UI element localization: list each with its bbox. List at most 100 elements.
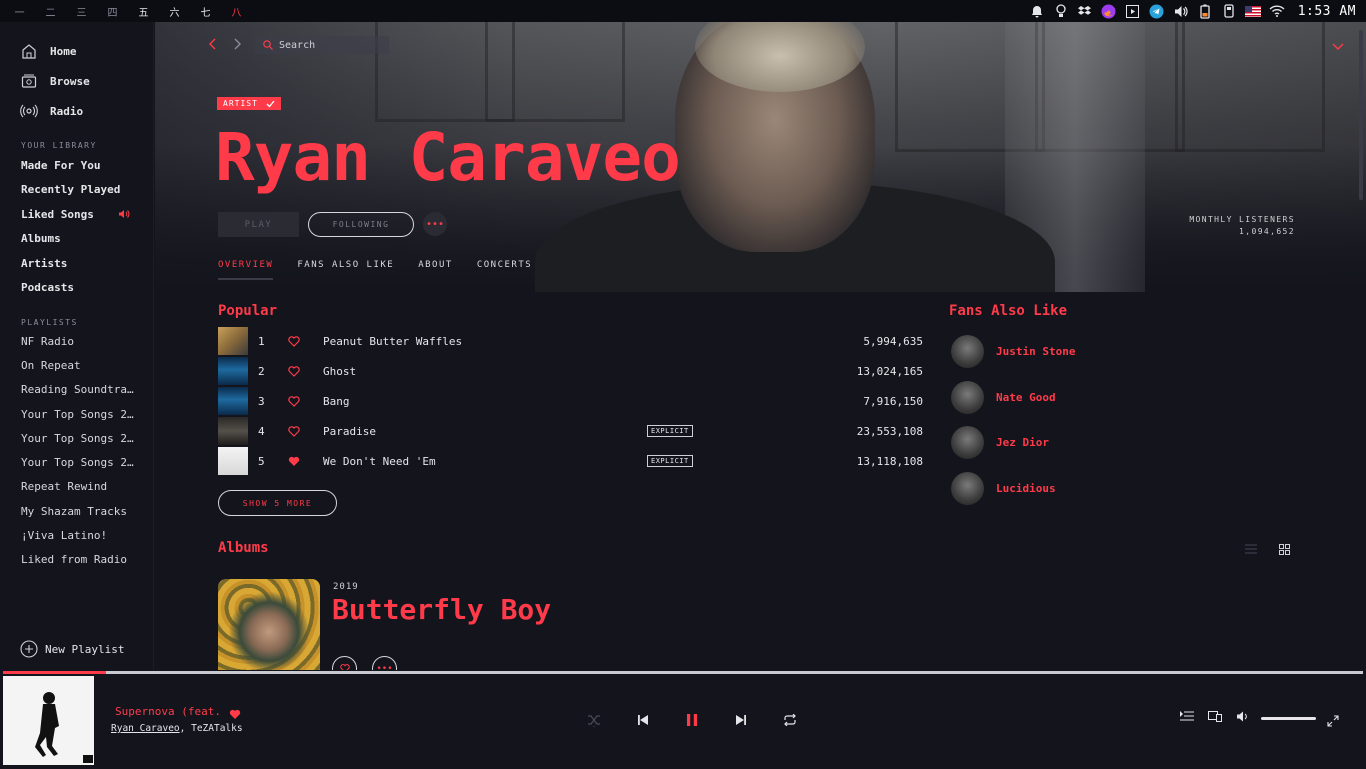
- track-row[interactable]: 2 Ghost 13,024,165: [218, 356, 928, 386]
- new-playlist-button[interactable]: New Playlist: [20, 640, 124, 658]
- nav-browse[interactable]: Browse: [20, 66, 90, 96]
- track-row[interactable]: 1 Peanut Butter Waffles 5,994,635: [218, 326, 928, 356]
- playlist-item[interactable]: My Shazam Tracks: [21, 499, 134, 523]
- volume-icon[interactable]: [1172, 3, 1190, 19]
- battery-icon[interactable]: [1196, 3, 1214, 19]
- track-row[interactable]: 3 Bang 7,916,150: [218, 386, 928, 416]
- track-number: 1: [258, 334, 265, 348]
- dropbox-icon[interactable]: [1076, 3, 1094, 19]
- heart-outline-icon: [288, 335, 300, 347]
- tab-about[interactable]: ABOUT: [418, 260, 453, 280]
- library-item-made-for-you[interactable]: Made For You: [21, 153, 130, 178]
- track-play-count: 5,994,635: [863, 334, 923, 348]
- workspace-3[interactable]: 三: [66, 4, 97, 19]
- playlist-item[interactable]: Repeat Rewind: [21, 475, 134, 499]
- more-options-button[interactable]: •••: [423, 212, 447, 236]
- library-item-albums[interactable]: Albums: [21, 227, 130, 252]
- volume-slider[interactable]: [1261, 717, 1316, 720]
- workspace-6[interactable]: 六: [159, 4, 190, 19]
- track-like-button[interactable]: [288, 456, 323, 467]
- now-playing-title[interactable]: Supernova (feat.: [115, 705, 221, 718]
- track-like-button[interactable]: [288, 365, 323, 377]
- history-nav: [208, 38, 242, 50]
- nav-home[interactable]: Home: [20, 36, 90, 66]
- forward-arrow-icon[interactable]: [232, 38, 242, 50]
- playlist-item[interactable]: ¡Viva Latino!: [21, 523, 134, 547]
- related-artist[interactable]: Justin Stone: [951, 329, 1075, 375]
- track-like-button[interactable]: [288, 425, 323, 437]
- track-like-button[interactable]: [288, 395, 323, 407]
- workspace-1[interactable]: 一: [4, 4, 35, 19]
- album-more-button[interactable]: •••: [372, 656, 397, 670]
- album-title[interactable]: Butterfly Boy: [332, 593, 551, 626]
- playlists-heading: PLAYLISTS: [21, 318, 78, 327]
- tab-fans-also-like[interactable]: FANS ALSO LIKE: [297, 260, 394, 280]
- track-like-button[interactable]: [288, 335, 323, 347]
- grid-view-icon[interactable]: [1279, 544, 1290, 555]
- media-icon[interactable]: [1124, 3, 1142, 19]
- main-content: Search ARTIST Ryan Caraveo PLAY FOLLOWIN…: [155, 22, 1366, 670]
- library-item-liked-songs[interactable]: Liked Songs: [21, 202, 130, 227]
- show-more-button[interactable]: SHOW 5 MORE: [218, 490, 337, 516]
- track-title: Paradise: [323, 424, 376, 438]
- track-title: Ghost: [323, 364, 357, 378]
- workspace-5[interactable]: 五: [128, 4, 159, 19]
- bulb-icon[interactable]: [1052, 3, 1070, 19]
- shuffle-button[interactable]: [583, 709, 605, 731]
- next-button[interactable]: [730, 709, 752, 731]
- playlist-item[interactable]: Your Top Songs 2…: [21, 402, 134, 426]
- pause-button[interactable]: [681, 709, 703, 731]
- related-artist-avatar: [951, 335, 984, 369]
- library-item-podcasts[interactable]: Podcasts: [21, 276, 130, 301]
- back-arrow-icon[interactable]: [208, 38, 218, 50]
- playlist-item[interactable]: Your Top Songs 2…: [21, 426, 134, 450]
- playlist-item[interactable]: Liked from Radio: [21, 548, 134, 572]
- playlist-item[interactable]: Reading Soundtra…: [21, 378, 134, 402]
- view-toggle: [1245, 544, 1290, 555]
- now-playing-cover[interactable]: [3, 676, 94, 765]
- heart-outline-icon: [288, 425, 300, 437]
- related-artist[interactable]: Jez Dior: [951, 420, 1075, 466]
- related-artist[interactable]: Nate Good: [951, 375, 1075, 421]
- track-row[interactable]: 5 We Don't Need 'Em EXPLICIT 13,118,108: [218, 446, 928, 476]
- tab-concerts[interactable]: CONCERTS: [477, 260, 532, 280]
- telegram-icon[interactable]: [1148, 3, 1166, 19]
- album-like-button[interactable]: [332, 656, 357, 670]
- track-row[interactable]: 4 Paradise EXPLICIT 23,553,108: [218, 416, 928, 446]
- monthly-listeners-label: MONTHLY LISTENERS: [1189, 215, 1295, 224]
- library-item-recently-played[interactable]: Recently Played: [21, 178, 130, 203]
- search-input[interactable]: Search: [255, 36, 389, 54]
- related-artist[interactable]: Lucidious: [951, 466, 1075, 512]
- playlist-item[interactable]: Your Top Songs 2…: [21, 450, 134, 474]
- devices-icon[interactable]: [1208, 711, 1222, 722]
- firefox-icon[interactable]: [1100, 3, 1118, 19]
- tab-overview[interactable]: OVERVIEW: [218, 260, 274, 280]
- flag-us-icon[interactable]: [1244, 3, 1262, 19]
- now-playing-artist-link[interactable]: Ryan Caraveo: [111, 723, 180, 734]
- repeat-button[interactable]: [779, 709, 801, 731]
- expand-icon: [1327, 715, 1339, 727]
- queue-icon[interactable]: [1180, 711, 1194, 722]
- album-cover[interactable]: [218, 579, 320, 670]
- play-button[interactable]: PLAY: [218, 212, 299, 237]
- phone-icon[interactable]: [1220, 3, 1238, 19]
- nav-radio[interactable]: Radio: [20, 96, 90, 126]
- now-playing-feat-artist[interactable]: TeZATalks: [191, 723, 242, 734]
- playlist-item[interactable]: NF Radio: [21, 329, 134, 353]
- fullscreen-button[interactable]: [1327, 712, 1339, 731]
- previous-button[interactable]: [632, 709, 654, 731]
- workspace-4[interactable]: 四: [97, 4, 128, 19]
- following-button[interactable]: FOLLOWING: [308, 212, 414, 237]
- chevron-down-icon[interactable]: [1332, 36, 1344, 55]
- now-playing-like-button[interactable]: [229, 705, 241, 724]
- workspace-7[interactable]: 七: [190, 4, 221, 19]
- workspace-2[interactable]: 二: [35, 4, 66, 19]
- library-item-artists[interactable]: Artists: [21, 251, 130, 276]
- list-view-icon[interactable]: [1245, 544, 1257, 554]
- bell-icon[interactable]: [1028, 3, 1046, 19]
- wifi-icon[interactable]: [1268, 3, 1286, 19]
- volume-icon[interactable]: [1236, 711, 1250, 722]
- main-scrollbar[interactable]: [1359, 30, 1363, 200]
- workspace-8[interactable]: 八: [221, 4, 252, 19]
- playlist-item[interactable]: On Repeat: [21, 353, 134, 377]
